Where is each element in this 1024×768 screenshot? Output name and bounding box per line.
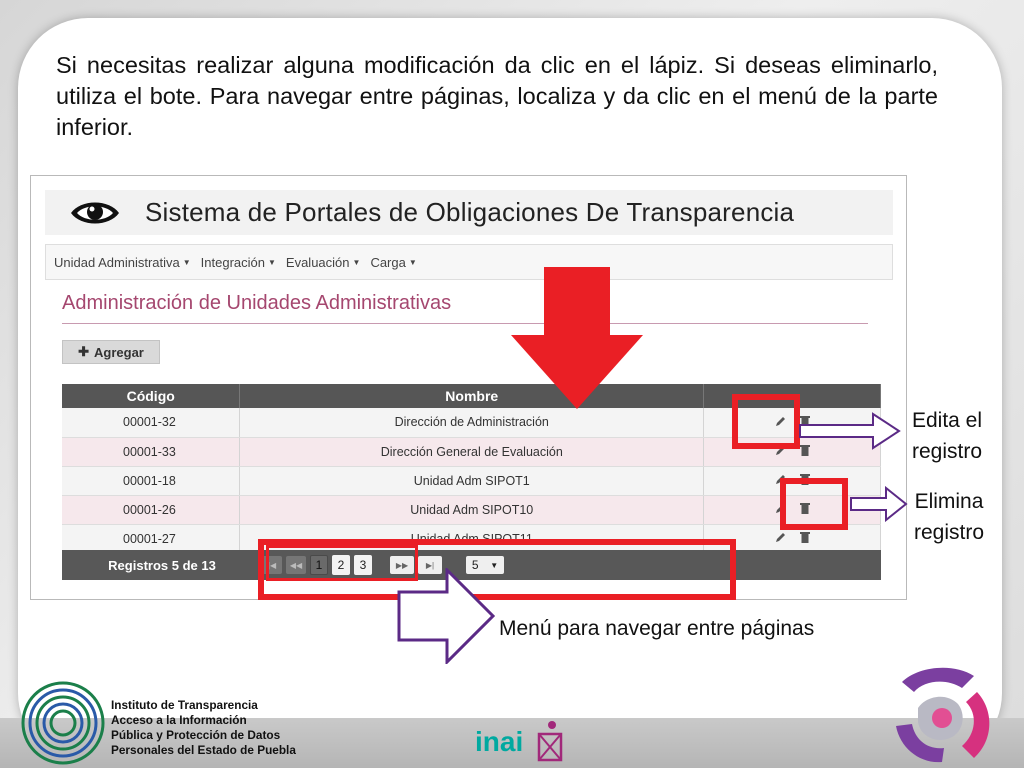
delete-callout-label: Elimina registro [913, 490, 985, 544]
cell-code: 00001-33 [62, 437, 241, 467]
inai-logo-text: inai [475, 726, 524, 757]
cell-name: Unidad Adm SIPOT1 [239, 466, 705, 496]
institute-logo-icon [21, 681, 105, 765]
puebla-state-logo-icon [896, 667, 990, 763]
caret-down-icon: ▼ [408, 257, 417, 267]
cell-code: 00001-18 [62, 466, 241, 496]
page-heading: Administración de Unidades Administrativ… [62, 292, 868, 324]
nav-carga[interactable]: Carga ▼ [370, 255, 416, 270]
cell-name: Dirección de Administración [239, 408, 705, 438]
delete-callout-arrow-icon [850, 486, 908, 522]
app-title: Sistema de Portales de Obligaciones De T… [145, 197, 795, 227]
app-header: Sistema de Portales de Obligaciones De T… [45, 190, 893, 235]
red-down-arrow-icon [511, 267, 643, 409]
edit-highlight-box [732, 394, 800, 449]
cell-name: Unidad Adm SIPOT10 [239, 495, 705, 525]
caret-down-icon: ▼ [267, 257, 276, 267]
records-count: Registros 5 de 13 [108, 557, 216, 573]
edit-callout-label: Edita el registro [911, 409, 983, 463]
cell-name: Dirección General de Evaluación [239, 437, 705, 467]
nav-unidad-administrativa[interactable]: Unidad Administrativa ▼ [54, 255, 191, 270]
menu-callout-arrow-icon [397, 568, 495, 664]
cell-code: 00001-27 [62, 524, 241, 554]
nav-integracion[interactable]: Integración ▼ [201, 255, 276, 270]
cell-code: 00001-26 [62, 495, 241, 525]
institute-name: Instituto de Transparencia Acceso a la I… [111, 698, 296, 757]
top-navbar: Unidad Administrativa ▼ Integración ▼ Eval… [45, 244, 893, 280]
header-codigo: Código [62, 384, 241, 408]
plus-icon: ✚ [78, 344, 90, 359]
cell-code: 00001-32 [62, 408, 241, 438]
instruction-text: Si necesitas realizar alguna modificació… [56, 52, 938, 140]
nav-menu-caption: Menú para navegar entre páginas [499, 617, 815, 640]
records-highlight-box [266, 545, 418, 581]
nav-evaluacion[interactable]: Evaluación ▼ [286, 255, 361, 270]
table-row: 00001-26 Unidad Adm SIPOT10 [62, 495, 881, 525]
edit-callout-arrow-icon [799, 412, 901, 450]
add-button[interactable]: ✚ Agregar [62, 340, 160, 364]
inai-figure-icon [537, 721, 563, 762]
table-row: 00001-18 Unidad Adm SIPOT1 [62, 466, 881, 496]
caret-down-icon: ▼ [352, 257, 361, 267]
app-screenshot: Sistema de Portales de Obligaciones De T… [30, 175, 907, 600]
eye-icon [45, 197, 145, 229]
pencil-icon[interactable] [775, 532, 786, 543]
delete-highlight-box [780, 478, 848, 530]
trash-icon[interactable] [799, 531, 810, 544]
caret-down-icon: ▼ [182, 257, 191, 267]
